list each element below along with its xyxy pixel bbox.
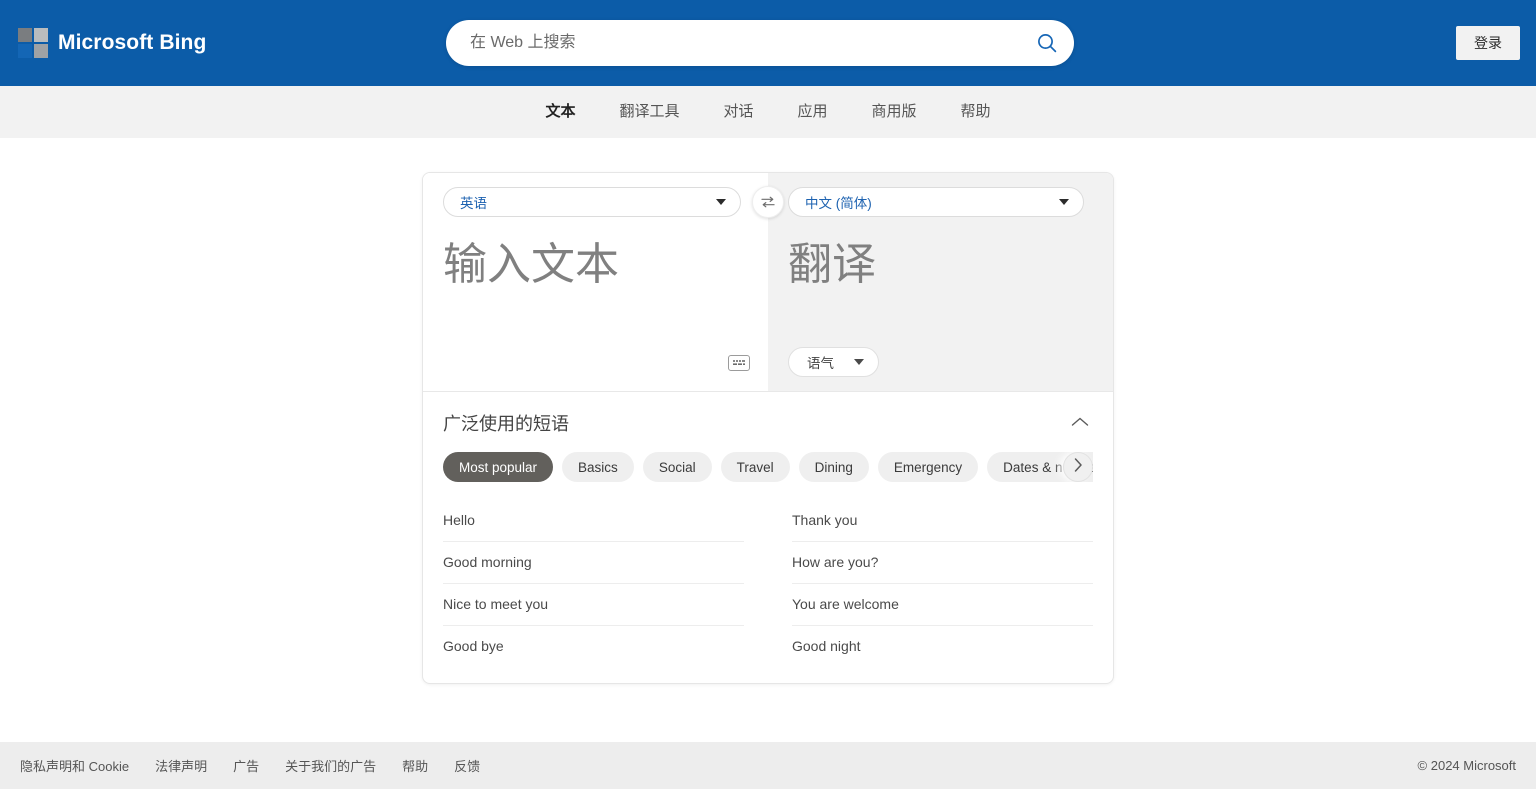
nav-tab-apps[interactable]: 应用 xyxy=(776,86,850,138)
signin-button[interactable]: 登录 xyxy=(1456,26,1520,60)
chevron-right-icon xyxy=(1072,457,1084,478)
bing-brand-link[interactable]: Microsoft Bing xyxy=(18,28,206,58)
target-text-placeholder: 翻译 xyxy=(788,240,876,289)
footer-links: 隐私声明和 Cookie 法律声明 广告 关于我们的广告 帮助 反馈 xyxy=(0,756,506,775)
search-icon xyxy=(1036,32,1058,54)
brand-name: Microsoft Bing xyxy=(58,31,207,54)
microsoft-squares-icon xyxy=(18,28,48,58)
phrase-item[interactable]: Nice to meet you xyxy=(443,584,744,626)
page-header: Microsoft Bing 登录 xyxy=(0,0,1536,86)
phrases-header: 广泛使用的短语 xyxy=(443,410,1093,436)
chip-basics[interactable]: Basics xyxy=(562,452,634,482)
keyboard-icon[interactable] xyxy=(728,355,750,371)
phrase-columns: Hello Good morning Nice to meet you Good… xyxy=(443,500,1093,667)
phrase-column-left: Hello Good morning Nice to meet you Good… xyxy=(443,500,744,667)
source-text-placeholder[interactable]: 输入文本 xyxy=(443,239,748,292)
footer-link-legal[interactable]: 法律声明 xyxy=(155,756,221,775)
phrase-column-right: Thank you How are you? You are welcome G… xyxy=(792,500,1093,667)
nav-tab-conversation[interactable]: 对话 xyxy=(701,86,775,138)
chip-most-popular[interactable]: Most popular xyxy=(443,452,554,482)
source-language-select[interactable]: 英语 xyxy=(443,187,741,217)
chevron-down-icon xyxy=(854,359,864,365)
phrase-item[interactable]: Good bye xyxy=(443,626,744,667)
nav-tab-tools[interactable]: 翻译工具 xyxy=(597,86,701,138)
swap-languages-button[interactable] xyxy=(752,186,784,218)
translator-card: 英语 输入文本 中文 (简体) 翻译 语气 广泛使用的短语 Most popul… xyxy=(422,172,1114,684)
footer-link-help[interactable]: 帮助 xyxy=(402,756,442,775)
main-nav: 文本 翻译工具 对话 应用 商用版 帮助 xyxy=(0,86,1536,138)
target-language-label: 中文 (简体) xyxy=(805,196,872,211)
footer-link-ads[interactable]: 广告 xyxy=(233,756,273,775)
chip-dining[interactable]: Dining xyxy=(798,452,869,482)
footer-link-privacy[interactable]: 隐私声明和 Cookie xyxy=(20,756,143,775)
phrase-item[interactable]: Thank you xyxy=(792,500,1093,542)
search-bar xyxy=(446,20,1074,66)
chip-emergency[interactable]: Emergency xyxy=(877,452,979,482)
page-footer: 隐私声明和 Cookie 法律声明 广告 关于我们的广告 帮助 反馈 © 202… xyxy=(0,742,1536,789)
chevron-down-icon xyxy=(716,199,726,205)
chevron-down-icon xyxy=(1059,199,1069,205)
swap-arrows-icon xyxy=(759,193,777,211)
chip-social[interactable]: Social xyxy=(642,452,712,482)
footer-link-feedback[interactable]: 反馈 xyxy=(454,756,494,775)
footer-copyright: © 2024 Microsoft xyxy=(1417,758,1516,773)
phrase-item[interactable]: You are welcome xyxy=(792,584,1093,626)
phrases-collapse-button[interactable] xyxy=(1067,410,1093,436)
nav-tab-text[interactable]: 文本 xyxy=(523,86,597,138)
target-language-select[interactable]: 中文 (简体) xyxy=(788,187,1084,217)
footer-link-about-ads[interactable]: 关于我们的广告 xyxy=(285,756,390,775)
phrase-item[interactable]: Good night xyxy=(792,626,1093,667)
search-button[interactable] xyxy=(1020,20,1074,66)
phrase-item[interactable]: Hello xyxy=(443,500,744,542)
phrases-section: 广泛使用的短语 Most popular Basics Social Trave… xyxy=(423,392,1113,683)
source-pane: 英语 输入文本 xyxy=(423,173,768,391)
search-input[interactable] xyxy=(446,20,1020,66)
phrases-title: 广泛使用的短语 xyxy=(443,414,569,434)
phrase-category-chips: Most popular Basics Social Travel Dining… xyxy=(443,452,1093,482)
source-language-label: 英语 xyxy=(460,196,487,211)
tone-label: 语气 xyxy=(807,356,834,371)
chevron-up-icon xyxy=(1071,416,1089,431)
target-pane: 中文 (简体) 翻译 语气 xyxy=(768,173,1113,391)
phrase-item[interactable]: How are you? xyxy=(792,542,1093,584)
tone-dropdown[interactable]: 语气 xyxy=(788,347,879,377)
phrase-item[interactable]: Good morning xyxy=(443,542,744,584)
nav-tab-business[interactable]: 商用版 xyxy=(850,86,939,138)
chip-travel[interactable]: Travel xyxy=(720,452,790,482)
chips-next-button[interactable] xyxy=(1063,452,1093,482)
nav-tab-help[interactable]: 帮助 xyxy=(939,86,1013,138)
